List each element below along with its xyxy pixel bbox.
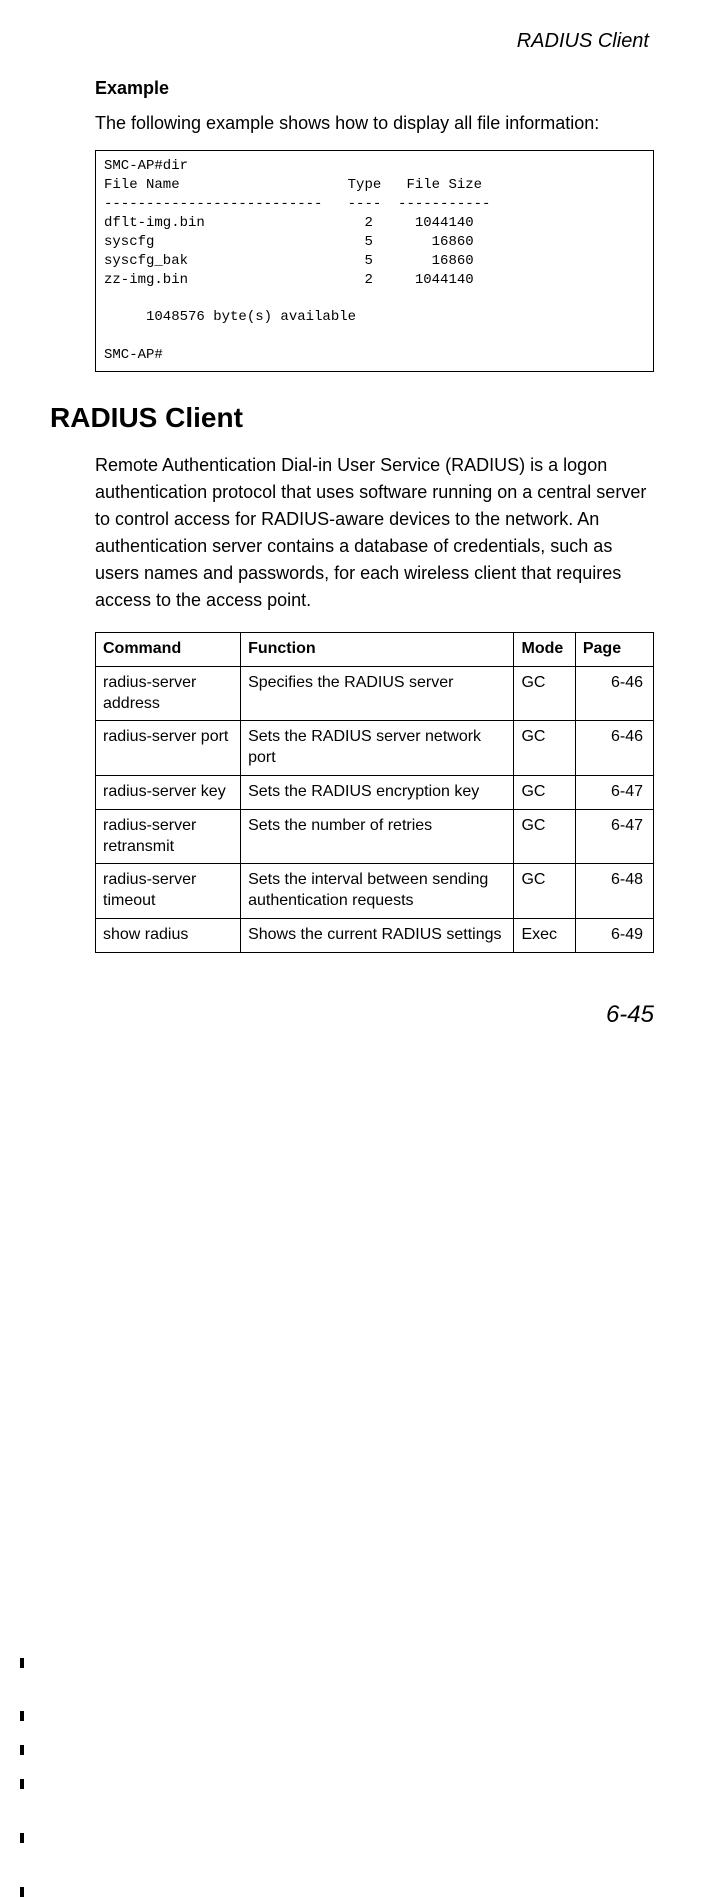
header-command: Command	[96, 633, 241, 667]
section-heading: RADIUS Client	[50, 402, 654, 434]
cell-mode: GC	[514, 721, 575, 776]
cell-page: 6-49	[575, 919, 653, 953]
cell-page: 6-46	[575, 666, 653, 721]
change-bar	[20, 1745, 24, 1755]
cell-function: Sets the RADIUS encryption key	[241, 776, 514, 810]
cell-mode: GC	[514, 776, 575, 810]
code-block: SMC-AP#dir File Name Type File Size ----…	[95, 150, 654, 372]
header-function: Function	[241, 633, 514, 667]
header-page: Page	[575, 633, 653, 667]
change-bar	[20, 1833, 24, 1843]
table-row: radius-server timeout Sets the interval …	[96, 864, 654, 919]
header-mode: Mode	[514, 633, 575, 667]
cell-command: radius-server key	[96, 776, 241, 810]
cell-command: radius-server timeout	[96, 864, 241, 919]
cell-page: 6-47	[575, 809, 653, 864]
table-row: show radius Shows the current RADIUS set…	[96, 919, 654, 953]
cell-mode: GC	[514, 864, 575, 919]
table-header-row: Command Function Mode Page	[96, 633, 654, 667]
cell-function: Shows the current RADIUS settings	[241, 919, 514, 953]
cell-page: 6-46	[575, 721, 653, 776]
change-bar	[20, 1887, 24, 1897]
cell-page: 6-48	[575, 864, 653, 919]
cell-command: radius-server port	[96, 721, 241, 776]
cell-mode: GC	[514, 666, 575, 721]
running-header: RADIUS Client	[50, 30, 654, 53]
cell-page: 6-47	[575, 776, 653, 810]
change-bar	[20, 1779, 24, 1789]
cell-mode: Exec	[514, 919, 575, 953]
section-body-text: Remote Authentication Dial-in User Servi…	[95, 452, 654, 614]
page-number: 6-45	[606, 1001, 654, 1029]
change-bar	[20, 1658, 24, 1668]
cell-mode: GC	[514, 809, 575, 864]
cell-function: Sets the interval between sending authen…	[241, 864, 514, 919]
cell-command: radius-server retransmit	[96, 809, 241, 864]
cell-function: Specifies the RADIUS server	[241, 666, 514, 721]
change-bar	[20, 1711, 24, 1721]
table-row: radius-server address Specifies the RADI…	[96, 666, 654, 721]
command-table: Command Function Mode Page radius-server…	[95, 632, 654, 953]
table-row: radius-server port Sets the RADIUS serve…	[96, 721, 654, 776]
cell-command: radius-server address	[96, 666, 241, 721]
cell-command: show radius	[96, 919, 241, 953]
example-intro-text: The following example shows how to displ…	[95, 111, 654, 135]
table-row: radius-server key Sets the RADIUS encryp…	[96, 776, 654, 810]
cell-function: Sets the number of retries	[241, 809, 514, 864]
example-heading: Example	[95, 78, 654, 99]
cell-function: Sets the RADIUS server network port	[241, 721, 514, 776]
table-row: radius-server retransmit Sets the number…	[96, 809, 654, 864]
